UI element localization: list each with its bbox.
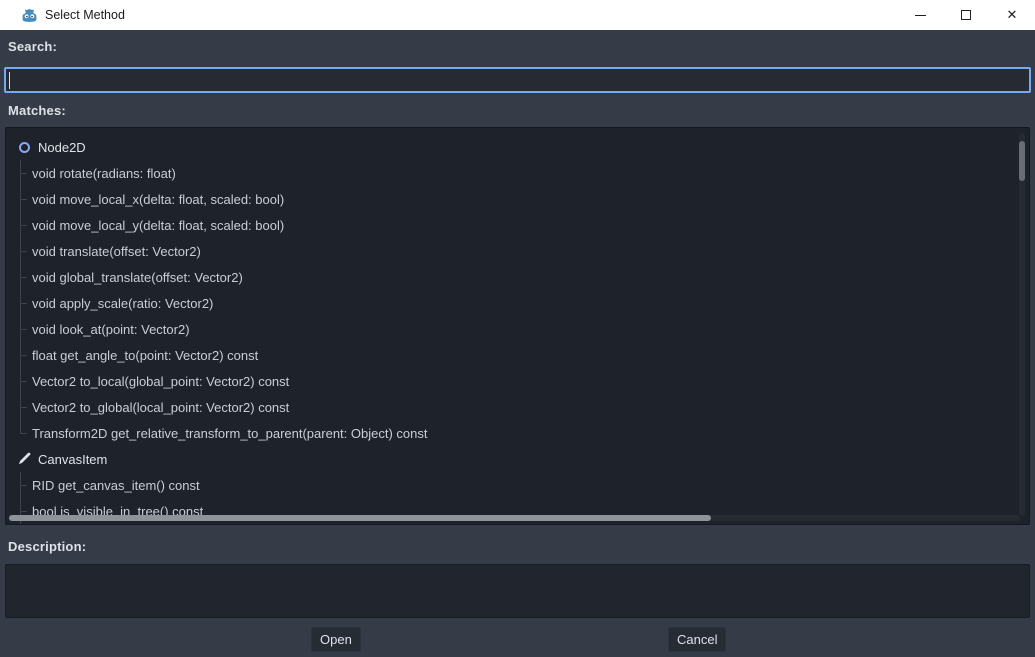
- tree-method-row[interactable]: Vector2 to_local(global_point: Vector2) …: [6, 368, 1029, 394]
- godot-logo-icon: [21, 7, 38, 24]
- vertical-scrollbar-thumb[interactable]: [1019, 141, 1025, 181]
- vertical-scrollbar-track[interactable]: [1019, 133, 1025, 516]
- matches-label: Matches:: [8, 103, 66, 118]
- close-icon: ✕: [1007, 9, 1018, 22]
- tree-guide: [20, 212, 27, 238]
- tree-guide: [20, 342, 27, 368]
- search-label: Search:: [8, 39, 57, 54]
- tree-item-label: Vector2 to_local(global_point: Vector2) …: [27, 374, 289, 389]
- tree-item-label: void global_translate(offset: Vector2): [27, 270, 243, 285]
- tree-item-label: void move_local_x(delta: float, scaled: …: [27, 192, 284, 207]
- tree-item-label: void translate(offset: Vector2): [27, 244, 201, 259]
- tree-method-row[interactable]: Transform2D get_relative_transform_to_pa…: [6, 420, 1029, 446]
- tree-guide: [20, 472, 27, 498]
- description-box: [5, 564, 1030, 618]
- maximize-button[interactable]: [943, 0, 989, 30]
- tree-item-label: Transform2D get_relative_transform_to_pa…: [27, 426, 427, 441]
- minimize-icon: [915, 15, 926, 16]
- tree-guide: [20, 394, 27, 420]
- tree-rows: Node2D void rotate(radians: float) void mo…: [6, 134, 1029, 524]
- tree-item-label: Node2D: [38, 140, 86, 155]
- tree-method-row[interactable]: void translate(offset: Vector2): [6, 238, 1029, 264]
- tree-guide: [20, 290, 27, 316]
- tree-method-row[interactable]: void apply_scale(ratio: Vector2): [6, 290, 1029, 316]
- tree-class-row[interactable]: Node2D: [6, 134, 1029, 160]
- tree-method-row[interactable]: void rotate(radians: float): [6, 160, 1029, 186]
- window-controls: ✕: [897, 0, 1035, 30]
- node2d-icon: [17, 140, 31, 154]
- tree-item-label: RID get_canvas_item() const: [27, 478, 200, 493]
- tree-method-row[interactable]: void global_translate(offset: Vector2): [6, 264, 1029, 290]
- horizontal-scrollbar-thumb[interactable]: [9, 515, 711, 521]
- tree-class-row[interactable]: CanvasItem: [6, 446, 1029, 472]
- tree-method-row[interactable]: void move_local_x(delta: float, scaled: …: [6, 186, 1029, 212]
- titlebar: Select Method ✕: [0, 0, 1035, 30]
- maximize-icon: [961, 10, 971, 20]
- window-title: Select Method: [45, 8, 125, 22]
- tree-guide: [20, 160, 27, 186]
- tree-guide: [20, 368, 27, 394]
- description-label: Description:: [8, 539, 86, 554]
- tree-item-label: CanvasItem: [38, 452, 107, 467]
- search-input[interactable]: [4, 67, 1031, 93]
- open-button[interactable]: Open: [311, 627, 361, 652]
- tree-method-row[interactable]: float get_angle_to(point: Vector2) const: [6, 342, 1029, 368]
- matches-tree[interactable]: Node2D void rotate(radians: float) void mo…: [5, 127, 1030, 525]
- cancel-button[interactable]: Cancel: [668, 627, 726, 652]
- tree-item-label: void look_at(point: Vector2): [27, 322, 190, 337]
- tree-item-label: void move_local_y(delta: float, scaled: …: [27, 218, 284, 233]
- tree-guide: [20, 316, 27, 342]
- tree-item-label: float get_angle_to(point: Vector2) const: [27, 348, 258, 363]
- tree-guide: [20, 186, 27, 212]
- tree-method-row[interactable]: Vector2 to_global(local_point: Vector2) …: [6, 394, 1029, 420]
- tree-method-row[interactable]: void look_at(point: Vector2): [6, 316, 1029, 342]
- canvasitem-icon: [17, 452, 31, 466]
- tree-item-label: Vector2 to_global(local_point: Vector2) …: [27, 400, 289, 415]
- tree-method-row[interactable]: void move_local_y(delta: float, scaled: …: [6, 212, 1029, 238]
- tree-item-label: void apply_scale(ratio: Vector2): [27, 296, 213, 311]
- close-button[interactable]: ✕: [989, 0, 1035, 30]
- minimize-button[interactable]: [897, 0, 943, 30]
- tree-guide: [20, 420, 27, 446]
- tree-guide: [20, 264, 27, 290]
- tree-guide: [20, 238, 27, 264]
- tree-method-row[interactable]: RID get_canvas_item() const: [6, 472, 1029, 498]
- tree-item-label: void rotate(radians: float): [27, 166, 176, 181]
